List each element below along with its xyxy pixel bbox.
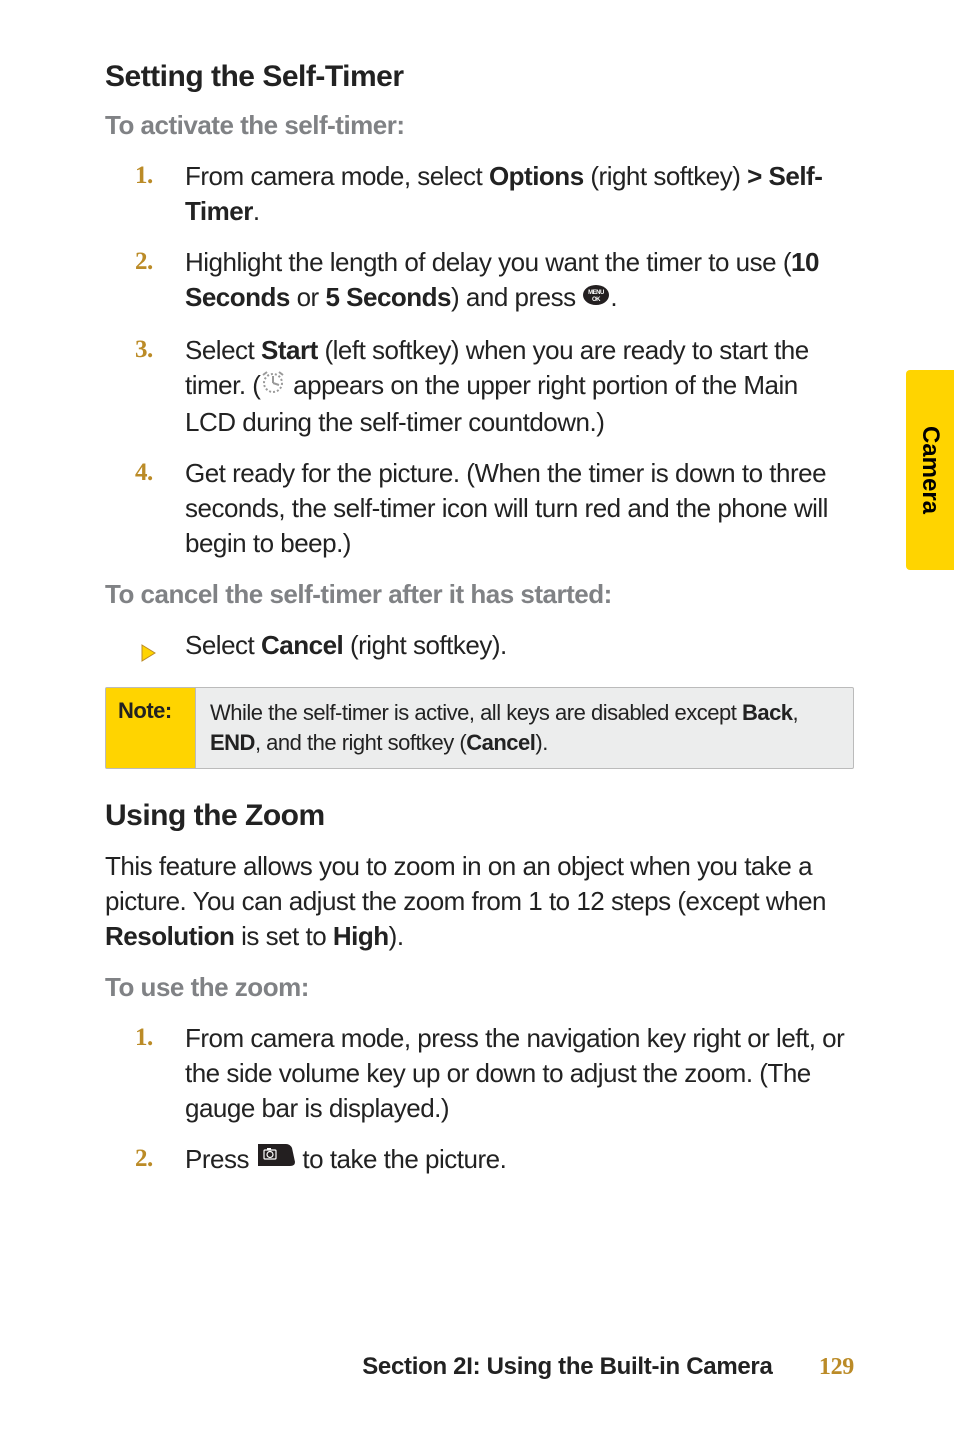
note-bold: Back: [742, 700, 793, 725]
step-text: Press: [185, 1144, 256, 1174]
step-bold: >: [747, 161, 762, 191]
svg-text:OK: OK: [592, 297, 601, 303]
step-1: 1. From camera mode, select Options (rig…: [135, 159, 854, 229]
zoom-step-1: 1. From camera mode, press the navigatio…: [135, 1021, 854, 1126]
footer-page-number: 129: [819, 1354, 854, 1380]
step-text: Highlight the length of delay you want t…: [185, 247, 791, 277]
page-footer: Section 2I: Using the Built-in Camera 12…: [0, 1353, 954, 1381]
timer-icon: [260, 368, 286, 403]
svg-text:MENU: MENU: [588, 290, 604, 296]
note-bold: END: [210, 730, 255, 755]
step-text: or: [290, 282, 326, 312]
note-span: ).: [535, 730, 547, 755]
step-bold: Options: [489, 161, 584, 191]
step-number: 3.: [135, 333, 153, 367]
heading-self-timer: Setting the Self-Timer: [105, 60, 854, 94]
para-text: This feature allows you to zoom in on an…: [105, 851, 826, 916]
zoom-paragraph: This feature allows you to zoom in on an…: [105, 849, 854, 954]
note-span: , and the right softkey (: [255, 730, 466, 755]
step-2: 2. Highlight the length of delay you wan…: [135, 245, 854, 317]
step-text: From camera mode, press the navigation k…: [185, 1023, 844, 1123]
note-span: While the self-timer is active, all keys…: [210, 700, 742, 725]
note-text: While the self-timer is active, all keys…: [196, 688, 853, 767]
step-number: 1.: [135, 159, 153, 193]
step-text: .: [253, 196, 260, 226]
cancel-bold: Cancel: [261, 630, 343, 660]
step-3: 3. Select Start (left softkey) when you …: [135, 333, 854, 440]
step-number: 4.: [135, 456, 153, 490]
subhead-use-zoom: To use the zoom:: [105, 972, 854, 1003]
note-span: ,: [793, 700, 799, 725]
side-tab-camera: Camera: [906, 370, 954, 570]
cancel-text: Select: [185, 630, 261, 660]
step-text: (right softkey): [584, 161, 747, 191]
step-text: [762, 161, 769, 191]
steps-activate: 1. From camera mode, select Options (rig…: [135, 159, 854, 561]
subhead-cancel: To cancel the self-timer after it has st…: [105, 579, 854, 610]
para-text: is set to: [234, 921, 333, 951]
note-label: Note:: [106, 688, 196, 767]
step-number: 2.: [135, 1142, 153, 1176]
cancel-text: (right softkey).: [343, 630, 506, 660]
step-bold: Start: [261, 335, 318, 365]
zoom-step-2: 2. Press to take the picture.: [135, 1142, 854, 1179]
step-text: Get ready for the picture. (When the tim…: [185, 458, 828, 558]
step-text: Select: [185, 335, 261, 365]
heading-zoom: Using the Zoom: [105, 799, 854, 833]
camera-key-icon: [256, 1142, 296, 1177]
triangle-bullet-icon: [141, 636, 157, 671]
note-bold: Cancel: [466, 730, 535, 755]
footer-section: Section 2I: Using the Built-in Camera: [362, 1353, 772, 1380]
para-bold: Resolution: [105, 921, 234, 951]
step-text: .: [610, 282, 617, 312]
subhead-activate: To activate the self-timer:: [105, 110, 854, 141]
menu-ok-icon: MENUOK: [582, 280, 610, 315]
side-tab-label: Camera: [916, 426, 944, 514]
para-bold: High: [333, 921, 389, 951]
step-bold: 5 Seconds: [325, 282, 451, 312]
note-box: Note: While the self-timer is active, al…: [105, 687, 854, 768]
page-content: Setting the Self-Timer To activate the s…: [0, 0, 954, 1179]
para-text: ).: [389, 921, 404, 951]
step-4: 4. Get ready for the picture. (When the …: [135, 456, 854, 561]
step-text: ) and press: [451, 282, 582, 312]
step-number: 1.: [135, 1021, 153, 1055]
step-text: From camera mode, select: [185, 161, 489, 191]
step-number: 2.: [135, 245, 153, 279]
steps-zoom: 1. From camera mode, press the navigatio…: [135, 1021, 854, 1179]
step-text: to take the picture.: [296, 1144, 507, 1174]
cancel-item: Select Cancel (right softkey).: [135, 628, 854, 663]
